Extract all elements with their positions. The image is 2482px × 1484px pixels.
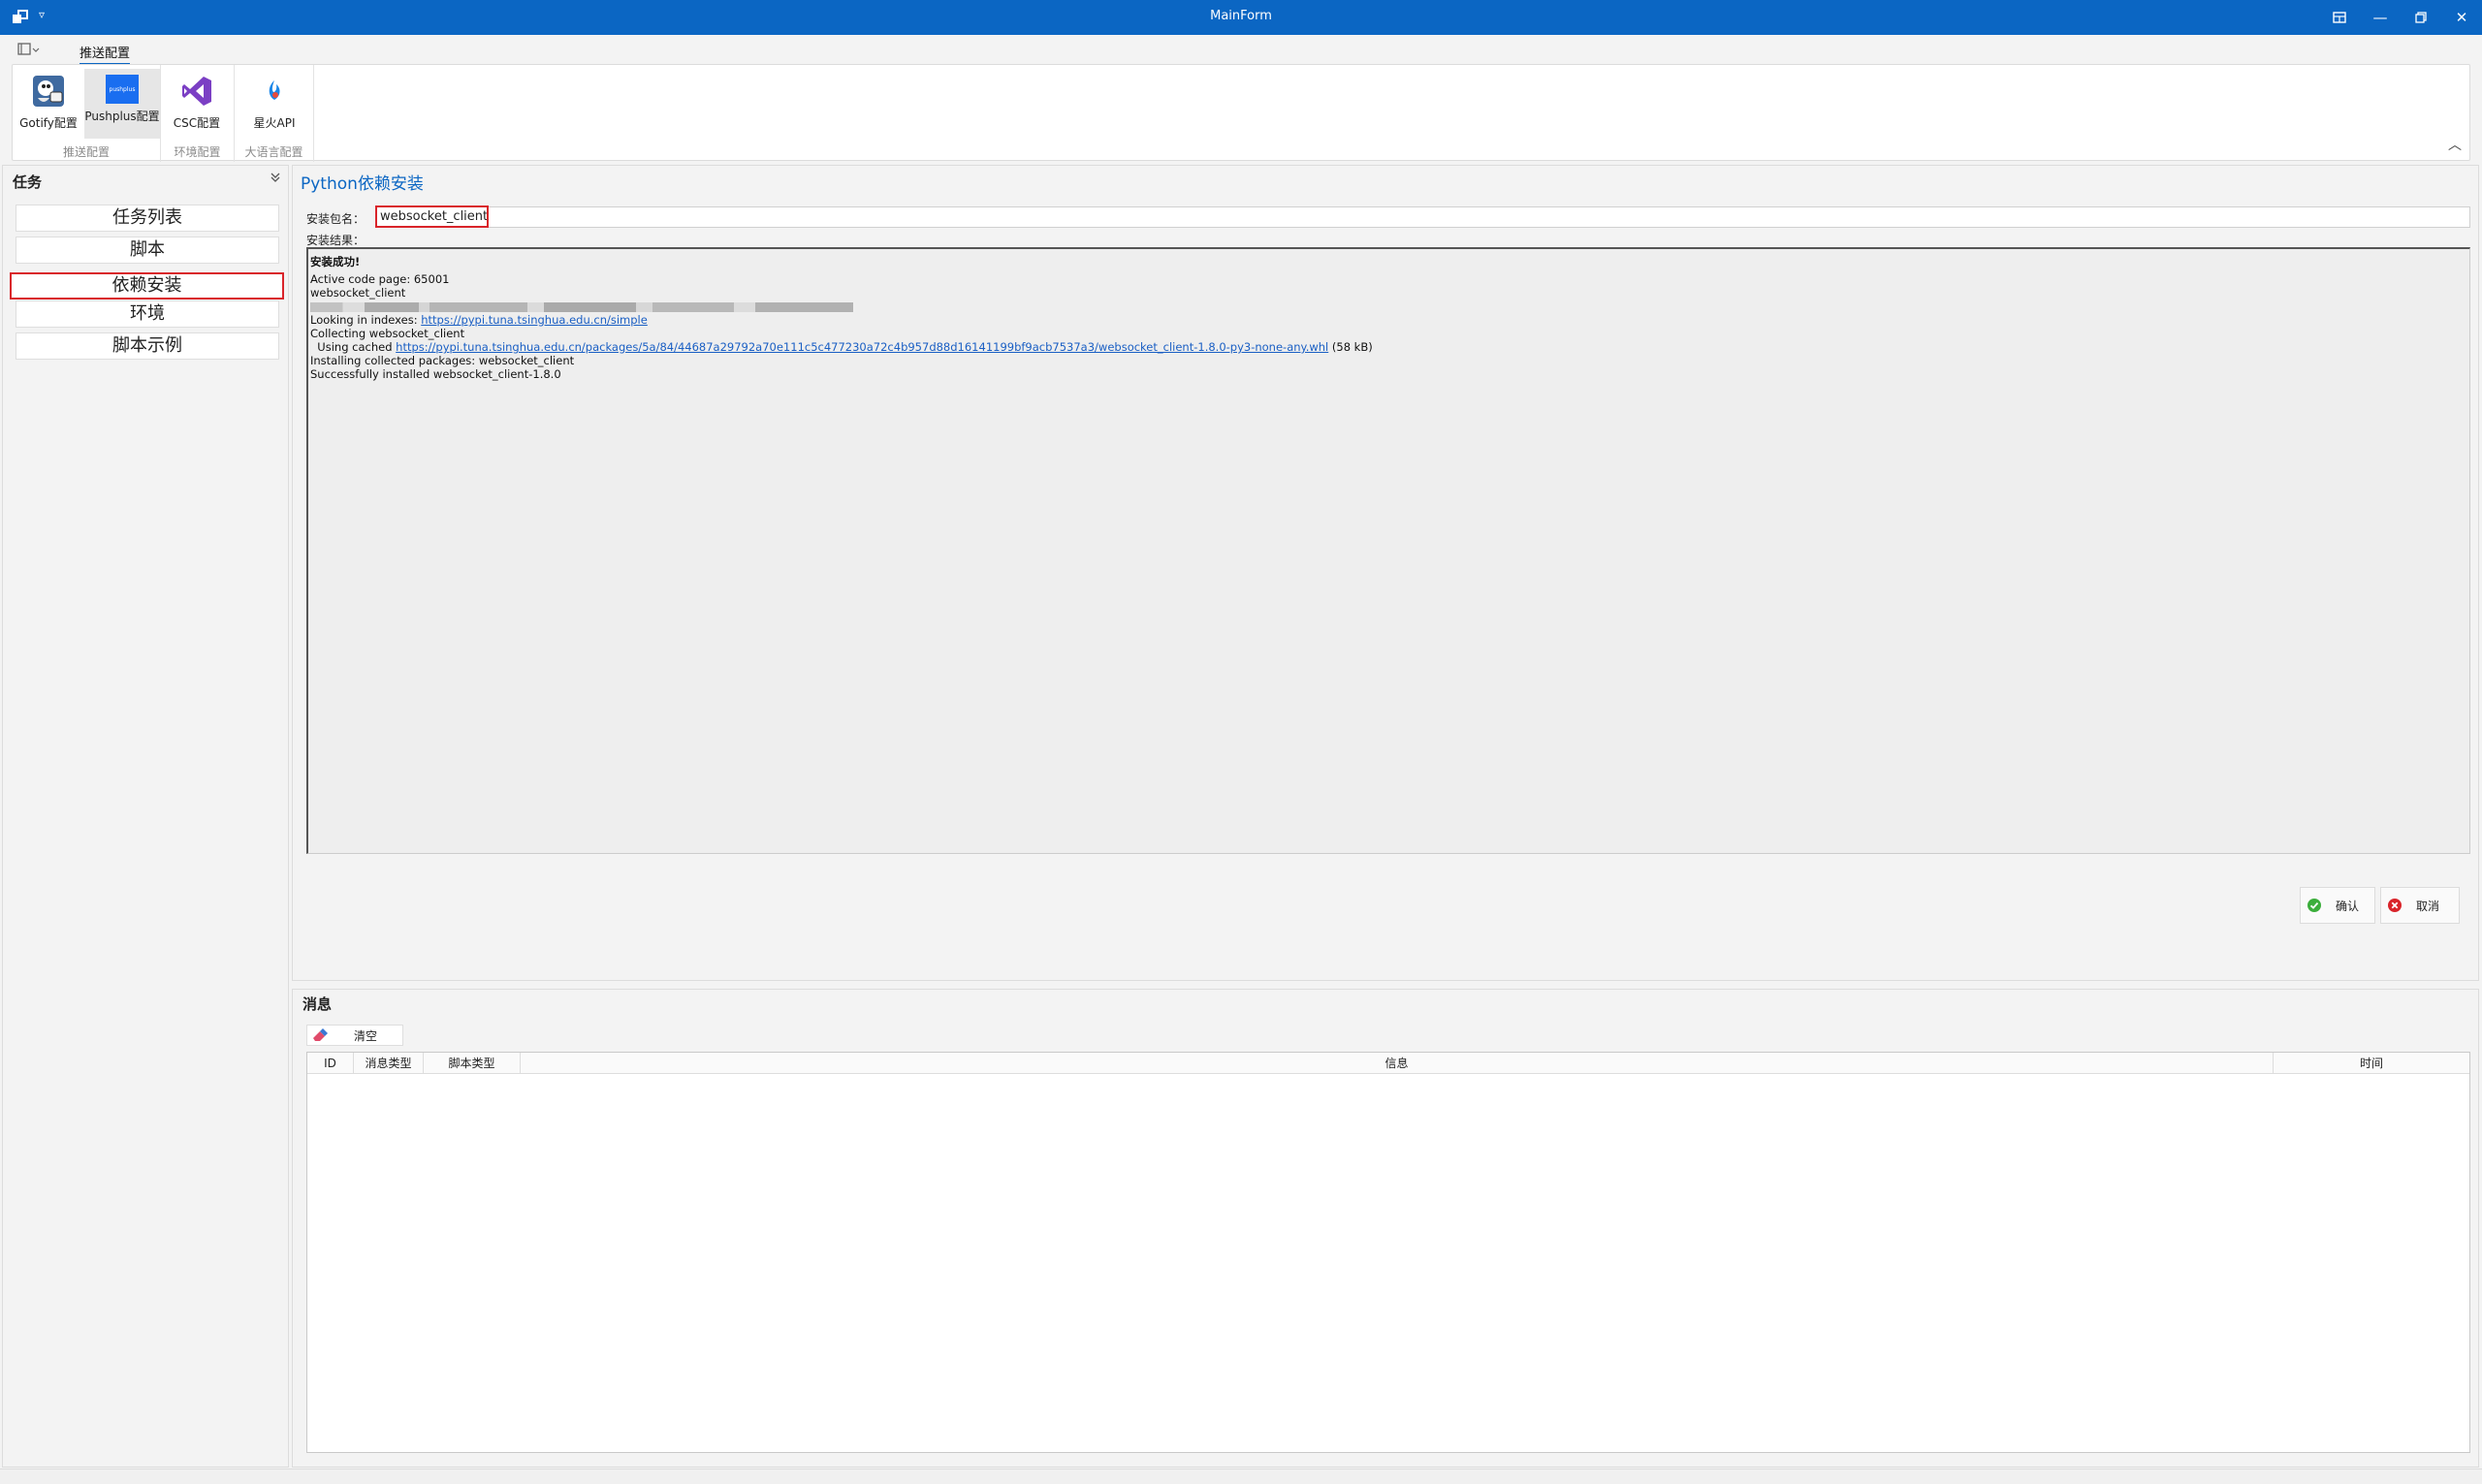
- column-header-message-type[interactable]: 消息类型: [354, 1053, 424, 1074]
- eraser-icon: [313, 1028, 328, 1041]
- confirm-label: 确认: [2336, 899, 2360, 913]
- install-result-output[interactable]: 安装成功! Active code page: 65001 websocket_…: [306, 247, 2470, 854]
- task-panel: 任务 任务列表 脚本 依赖安装 环境 脚本示例: [2, 165, 289, 1468]
- column-header-script-type[interactable]: 脚本类型: [424, 1053, 521, 1074]
- result-line: Using cached https://pypi.tuna.tsinghua.…: [310, 340, 2467, 354]
- result-line: Installing collected packages: websocket…: [310, 354, 575, 367]
- nav-task-list[interactable]: 任务列表: [16, 205, 279, 232]
- ribbon-group-push: Gotify配置 pushplus Pushplus配置 推送配置: [13, 65, 161, 162]
- package-name-label: 安装包名：: [306, 212, 366, 226]
- redacted-line: [310, 300, 2467, 313]
- grid-header: ID 消息类型 脚本类型 信息 时间: [307, 1053, 2469, 1074]
- spark-api-button[interactable]: 星火API: [239, 69, 310, 139]
- pushplus-icon: pushplus: [106, 75, 139, 104]
- page-title: Python依赖安装: [301, 174, 424, 194]
- status-bar: [0, 1468, 2482, 1484]
- nav-environment[interactable]: 环境: [16, 300, 279, 328]
- clear-button[interactable]: 清空: [306, 1025, 403, 1046]
- pushplus-config-button[interactable]: pushplus Pushplus配置: [84, 69, 160, 139]
- spark-api-label: 星火API: [253, 116, 296, 130]
- dependency-install-panel: Python依赖安装 安装包名： websocket_client 安装结果： …: [292, 165, 2479, 981]
- message-panel-title: 消息: [302, 995, 333, 1013]
- package-name-input[interactable]: websocket_client: [375, 206, 2470, 228]
- cancel-label: 取消: [2416, 899, 2440, 913]
- ribbon-group-label: 大语言配置: [244, 145, 303, 159]
- nav-script[interactable]: 脚本: [16, 237, 279, 264]
- csc-config-label: CSC配置: [173, 116, 221, 130]
- collapse-ribbon-icon[interactable]: ︿: [2448, 135, 2462, 154]
- result-line: Looking in indexes: https://pypi.tuna.ts…: [310, 313, 2467, 327]
- index-url-link[interactable]: https://pypi.tuna.tsinghua.edu.cn/simple: [421, 313, 648, 327]
- cancel-button[interactable]: 取消: [2380, 887, 2460, 924]
- message-panel: 消息 清空 ID 消息类型 脚本类型 信息 时间: [292, 989, 2479, 1468]
- minimize-icon[interactable]: —: [2362, 4, 2399, 31]
- cancel-circle-icon: [2388, 899, 2402, 912]
- message-grid[interactable]: ID 消息类型 脚本类型 信息 时间: [306, 1052, 2470, 1453]
- nav-script-examples[interactable]: 脚本示例: [16, 332, 279, 360]
- result-line: websocket_client: [310, 286, 406, 300]
- pushplus-config-label: Pushplus配置: [84, 110, 160, 123]
- result-line: Active code page: 65001: [310, 272, 450, 286]
- ribbon-group-env: CSC配置 环境配置: [161, 65, 235, 162]
- ribbon-display-options-icon[interactable]: [2321, 4, 2358, 31]
- install-result-label: 安装结果：: [306, 234, 366, 247]
- redacted-text: [310, 301, 853, 312]
- column-header-id[interactable]: ID: [307, 1053, 354, 1074]
- task-panel-title: 任务: [13, 174, 43, 191]
- ribbon: Gotify配置 pushplus Pushplus配置 推送配置 CSC配置 …: [12, 64, 2470, 162]
- result-text: Using cached: [310, 340, 397, 354]
- check-circle-icon: [2307, 899, 2321, 912]
- tab-push-config[interactable]: 推送配置: [80, 43, 131, 65]
- column-header-info[interactable]: 信息: [521, 1053, 2274, 1074]
- window-title: MainForm: [1210, 9, 1272, 23]
- gotify-icon: [33, 76, 64, 107]
- result-line: Successfully installed websocket_client-…: [310, 367, 561, 381]
- ribbon-group-label: 环境配置: [174, 145, 221, 159]
- pin-panel-icon[interactable]: [270, 172, 280, 185]
- package-url-link[interactable]: https://pypi.tuna.tsinghua.edu.cn/packag…: [396, 340, 1328, 354]
- gotify-config-button[interactable]: Gotify配置: [15, 69, 82, 139]
- confirm-button[interactable]: 确认: [2300, 887, 2375, 924]
- spark-icon: [269, 80, 280, 100]
- close-icon[interactable]: ✕: [2443, 4, 2480, 31]
- ribbon-tab-row: 推送配置: [0, 35, 2482, 65]
- app-menu-icon[interactable]: [17, 42, 41, 57]
- result-line: Collecting websocket_client: [310, 327, 465, 340]
- ribbon-group-label: 推送配置: [62, 145, 110, 159]
- result-text: Looking in indexes:: [310, 313, 422, 327]
- nav-dependency-install[interactable]: 依赖安装: [10, 272, 284, 300]
- column-header-time[interactable]: 时间: [2274, 1053, 2469, 1074]
- gotify-config-label: Gotify配置: [19, 116, 78, 130]
- visual-studio-icon: [182, 77, 211, 106]
- restore-icon[interactable]: [2402, 4, 2439, 31]
- csc-config-button[interactable]: CSC配置: [163, 69, 231, 139]
- result-line: 安装成功!: [310, 255, 361, 268]
- ribbon-group-llm: 星火API 大语言配置: [235, 65, 314, 162]
- clear-label: 清空: [354, 1028, 378, 1043]
- title-bar: ▿ MainForm — ✕: [0, 0, 2482, 35]
- result-text: (58 kB): [1328, 340, 1373, 354]
